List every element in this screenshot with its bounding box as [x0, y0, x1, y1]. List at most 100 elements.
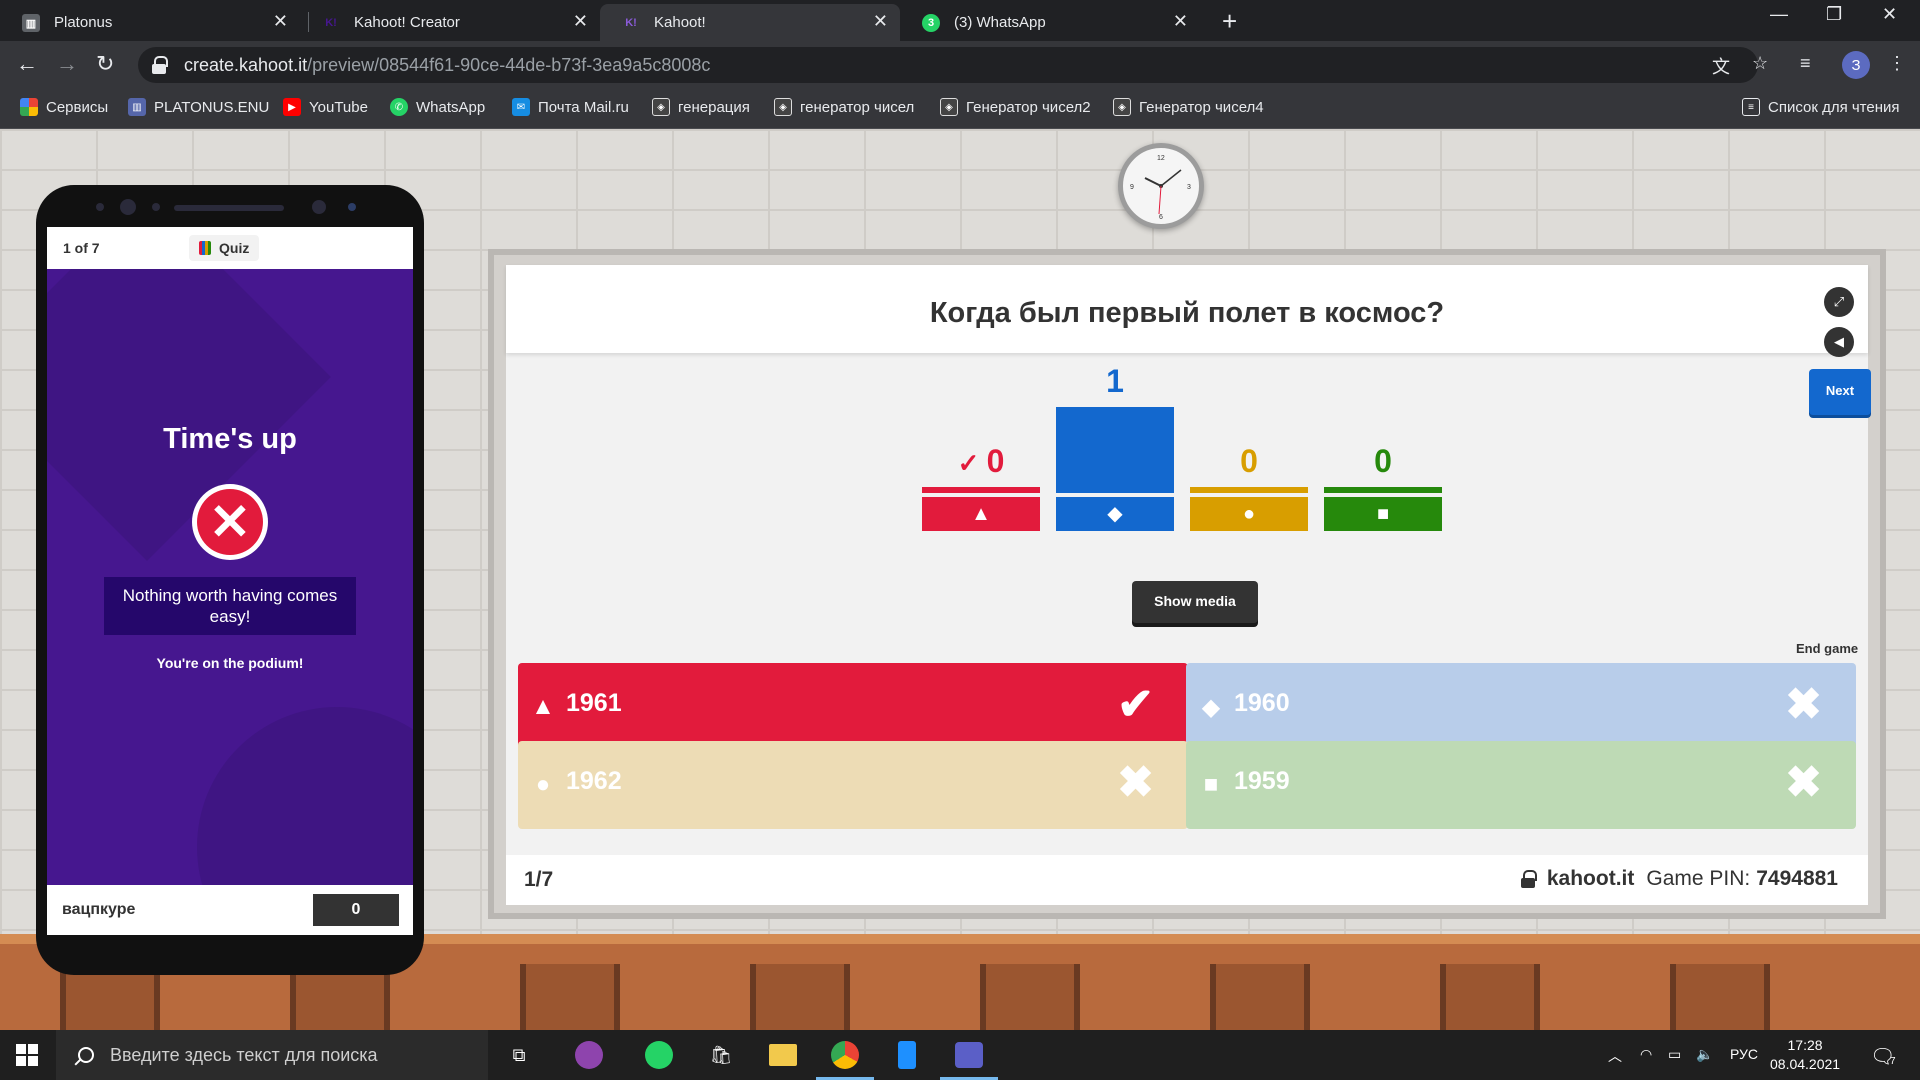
tab-kahoot[interactable]: K! Kahoot! ✕: [600, 4, 900, 41]
cross-icon: ✖: [1117, 758, 1154, 807]
feedback-message: Nothing worth having comes easy!: [104, 577, 356, 635]
tab-title: Kahoot! Creator: [354, 14, 460, 31]
reading-list[interactable]: ≡ Список для чтения: [1742, 98, 1900, 116]
desk: [1440, 964, 1540, 1030]
question-bar: Когда был первый полет в космос? ⤢ ◀: [506, 265, 1868, 357]
bookmark-number-generator[interactable]: ◈ генератор чисел: [774, 98, 914, 116]
desk: [980, 964, 1080, 1030]
address-bar[interactable]: create.kahoot.it/preview/08544f61-90ce-4…: [138, 47, 1758, 83]
triangle-icon: ▲: [531, 693, 555, 720]
answer-text: 1960: [1234, 689, 1290, 717]
volume-icon[interactable]: 🔈: [1696, 1046, 1713, 1063]
bookmark-youtube[interactable]: ▶ YouTube: [283, 98, 368, 116]
close-tab-icon[interactable]: ✕: [1173, 11, 1188, 32]
bookmark-mail[interactable]: ✉ Почта Mail.ru: [512, 98, 629, 116]
chrome-taskbar-icon[interactable]: [816, 1038, 874, 1080]
wifi-icon[interactable]: ◠: [1640, 1046, 1652, 1063]
tab-title: Platonus: [54, 14, 113, 31]
bookmark-star-icon[interactable]: ☆: [1752, 53, 1768, 74]
tab-kahoot-creator[interactable]: K! Kahoot! Creator ✕: [300, 4, 600, 41]
phone-camera: [120, 199, 136, 215]
correct-check-icon: ✓: [957, 448, 987, 478]
minimize-icon[interactable]: —: [1770, 4, 1788, 25]
language-indicator[interactable]: РУС: [1730, 1046, 1758, 1062]
desk: [1670, 964, 1770, 1030]
lock-icon[interactable]: [152, 56, 168, 74]
battery-icon[interactable]: ▭: [1668, 1046, 1681, 1063]
result-count-circle: 0: [1240, 443, 1258, 479]
answer-results-chart: ✓ 0 ▲ 1 ◆ 0 ● 0 ■: [506, 363, 1868, 535]
tab-title: Kahoot!: [654, 14, 706, 31]
bookmark-number-generator-2[interactable]: ◈ Генератор чисел2: [940, 98, 1091, 116]
phone-camera: [312, 200, 326, 214]
browser-toolbar: ← → ↻ create.kahoot.it/preview/08544f61-…: [0, 41, 1920, 89]
translate-icon[interactable]: 文: [1712, 53, 1730, 79]
volume-icon[interactable]: ◀: [1824, 327, 1854, 357]
desk: [1210, 964, 1310, 1030]
question-progress: 1 of 7: [63, 240, 100, 256]
taskbar-clock[interactable]: 17:28 08.04.2021: [1770, 1036, 1840, 1074]
kahoot-preview-page: 12 3 6 9 1 of 7 Quiz Time's up ✕ Nothing…: [0, 129, 1920, 1030]
answer-1959: ■ 1959 ✖: [1186, 741, 1856, 829]
kahoot-favicon-icon: K!: [325, 17, 337, 29]
show-media-button[interactable]: Show media: [1132, 581, 1258, 623]
phone-app-icon[interactable]: [890, 1038, 924, 1072]
fullscreen-icon[interactable]: ⤢: [1824, 287, 1854, 317]
whatsapp-favicon-icon: 3: [922, 14, 940, 32]
windows-start-icon[interactable]: [16, 1044, 38, 1066]
wrong-answer-icon: ✕: [192, 484, 268, 560]
platonus-favicon-icon: ▥: [22, 14, 40, 32]
bookmark-generation[interactable]: ◈ генерация: [652, 98, 750, 116]
file-explorer-icon[interactable]: [766, 1038, 800, 1072]
cube-icon: ◈: [774, 98, 792, 116]
cortana-icon[interactable]: [572, 1038, 606, 1072]
desk: [750, 964, 850, 1030]
phone-header: 1 of 7 Quiz: [47, 227, 413, 269]
menu-icon[interactable]: ⋮: [1888, 53, 1906, 74]
notification-count: 7: [1890, 1056, 1896, 1067]
cross-icon: ✖: [1785, 758, 1822, 807]
square-icon: ■: [1203, 771, 1219, 798]
teams-icon[interactable]: [940, 1038, 998, 1080]
back-icon[interactable]: ←: [16, 51, 38, 77]
reload-icon[interactable]: ↻: [96, 51, 114, 77]
close-tab-icon[interactable]: ✕: [573, 11, 588, 32]
restore-icon[interactable]: ❐: [1826, 4, 1842, 25]
mail-icon: ✉: [512, 98, 530, 116]
phone-speaker: [174, 205, 284, 211]
taskbar-search[interactable]: Введите здесь текст для поиска: [56, 1030, 488, 1080]
svg-text:3: 3: [1187, 184, 1191, 191]
forward-icon[interactable]: →: [56, 51, 78, 77]
diamond-icon: ◆: [1056, 497, 1174, 531]
close-tab-icon[interactable]: ✕: [273, 11, 288, 32]
whatsapp-taskbar-icon[interactable]: [642, 1038, 676, 1072]
store-icon[interactable]: 🛍: [704, 1038, 738, 1072]
answer-text: 1959: [1234, 767, 1290, 795]
player-score: 0: [313, 894, 399, 926]
cube-icon: ◈: [1113, 98, 1131, 116]
media-control-icon[interactable]: ≡: [1800, 53, 1811, 74]
tab-whatsapp[interactable]: 3 (3) WhatsApp ✕: [900, 4, 1200, 41]
cross-icon: ✕: [197, 489, 263, 555]
host-footer: 1/7 kahoot.it Game PIN: 7494881: [506, 855, 1868, 905]
reading-list-icon: ≡: [1742, 98, 1760, 116]
bookmark-services[interactable]: Сервисы: [20, 98, 108, 116]
result-bar-fill-circle: [1190, 487, 1308, 493]
end-game-link[interactable]: End game: [1796, 641, 1858, 656]
bookmark-number-generator-4[interactable]: ◈ Генератор чисел4: [1113, 98, 1264, 116]
bookmark-whatsapp[interactable]: ✆ WhatsApp: [390, 98, 485, 116]
bookmark-platonus[interactable]: ▥ PLATONUS.ENU: [128, 98, 269, 116]
player-name: вацпкуре: [62, 901, 136, 918]
show-hidden-icons[interactable]: ︿: [1608, 1046, 1622, 1066]
diamond-icon: ◆: [1201, 693, 1221, 721]
new-tab-button[interactable]: +: [1222, 6, 1237, 37]
close-window-icon[interactable]: ✕: [1882, 4, 1897, 25]
search-icon: [78, 1047, 94, 1063]
wall-clock: 12 3 6 9: [1118, 143, 1204, 229]
game-pin-label: Game PIN:: [1646, 867, 1751, 890]
profile-avatar[interactable]: З: [1842, 51, 1870, 79]
close-tab-icon[interactable]: ✕: [873, 11, 888, 32]
task-view-icon[interactable]: ⧉: [502, 1038, 536, 1072]
game-pin: 7494881: [1756, 867, 1838, 890]
tab-platonus[interactable]: ▥ Platonus ✕: [0, 4, 300, 41]
